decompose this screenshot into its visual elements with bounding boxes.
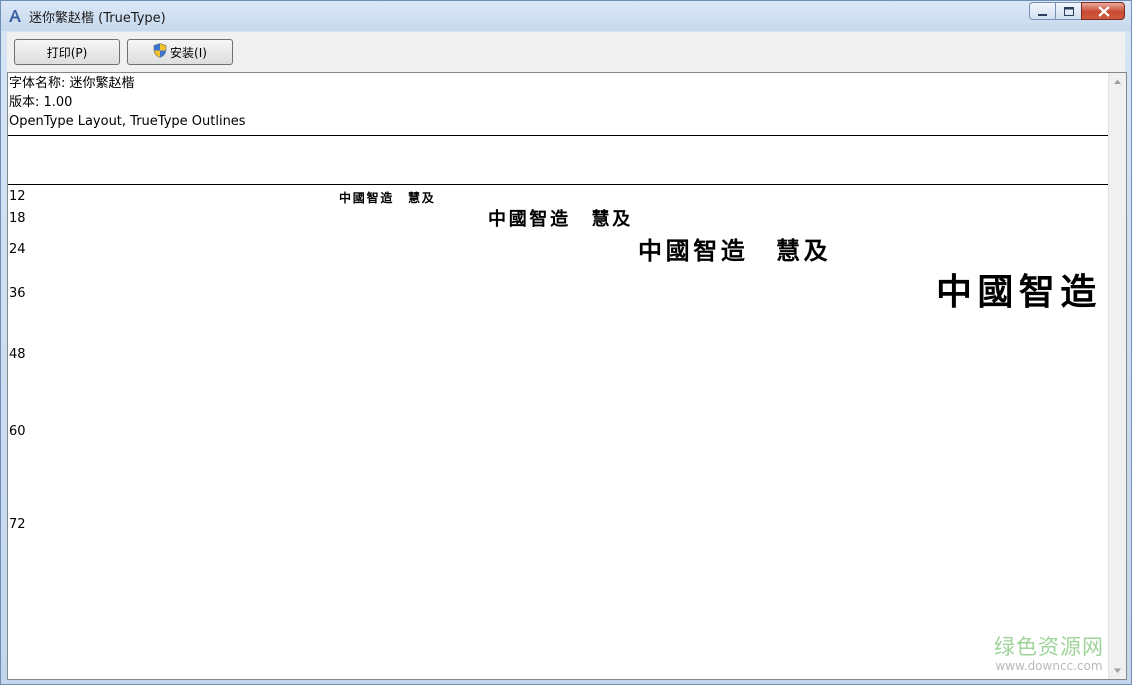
minimize-button[interactable] [1029, 2, 1055, 20]
size-label-72: 72 [9, 517, 26, 532]
sample-text-12: 中國智造 慧及 [339, 191, 436, 205]
scroll-down-button[interactable] [1109, 662, 1126, 679]
maximize-icon [1064, 7, 1074, 16]
size-label-24: 24 [9, 242, 26, 257]
toolbar: 打印(P) 安装(I) [7, 32, 1125, 72]
font-name-text: 字体名称: 迷你繁赵楷 [9, 76, 135, 91]
size-label-60: 60 [9, 424, 26, 439]
size-label-36: 36 [9, 286, 26, 301]
font-preview-pane[interactable]: 字体名称: 迷你繁赵楷 版本: 1.00 OpenType Layout, Tr… [7, 72, 1127, 680]
font-icon [7, 8, 23, 24]
close-button[interactable] [1081, 2, 1125, 20]
size-label-18: 18 [9, 211, 26, 226]
sample-text-18: 中國智造 慧及 [488, 209, 633, 230]
sample-text-36: 中國智造 [936, 271, 1102, 313]
install-button[interactable]: 安装(I) [127, 39, 233, 65]
uac-shield-icon [153, 43, 167, 61]
font-info: 字体名称: 迷你繁赵楷 版本: 1.00 OpenType Layout, Tr… [9, 74, 1109, 131]
vertical-scrollbar[interactable] [1108, 73, 1126, 679]
watermark: 绿色资源网 www.downcc.com [994, 635, 1104, 673]
watermark-url-text: www.downcc.com [995, 659, 1103, 673]
minimize-icon [1038, 14, 1047, 16]
install-button-label: 安装(I) [170, 45, 207, 60]
print-button-label: 打印(P) [46, 45, 88, 60]
size-label-48: 48 [9, 347, 26, 362]
print-button[interactable]: 打印(P) [14, 39, 120, 65]
font-version-text: 版本: 1.00 [9, 95, 73, 110]
close-icon [1098, 6, 1110, 17]
maximize-button[interactable] [1055, 2, 1081, 20]
arrow-down-icon [1114, 668, 1121, 673]
window-title: 迷你繁赵楷 (TrueType) [29, 11, 166, 26]
separator [8, 135, 1108, 136]
arrow-up-icon [1114, 79, 1121, 84]
size-label-12: 12 [9, 189, 26, 204]
caption-buttons [1029, 2, 1125, 20]
separator [8, 184, 1108, 185]
watermark-cn-text: 绿色资源网 [994, 635, 1104, 659]
font-viewer-window: 迷你繁赵楷 (TrueType) 打印(P) 安装(I) 字体名称: 迷你繁赵楷… [0, 0, 1132, 685]
title-bar[interactable]: 迷你繁赵楷 (TrueType) [1, 1, 1131, 31]
sample-text-24: 中國智造 慧及 [638, 236, 832, 265]
font-outline-text: OpenType Layout, TrueType Outlines [9, 114, 246, 129]
scroll-up-button[interactable] [1109, 73, 1126, 90]
